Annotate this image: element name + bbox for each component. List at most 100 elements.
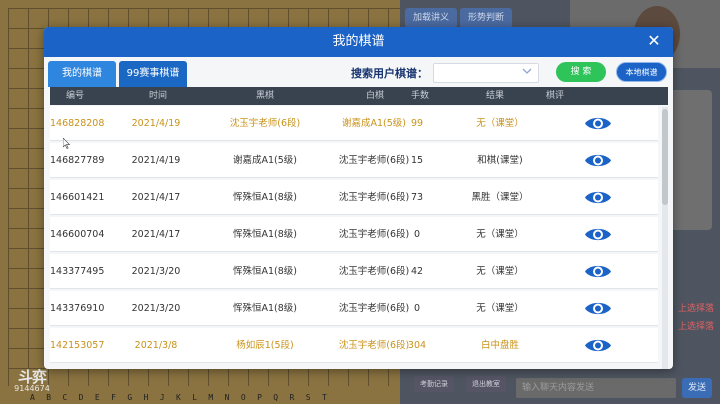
board-coord-label: H xyxy=(143,393,149,402)
board-coord-label: R xyxy=(289,393,295,402)
records-table: 146828208 2021/4/19 沈玉宇老师(6段) 谢嘉成A1(5级) 99 无（… xyxy=(50,106,662,369)
search-label: 搜索用户棋谱： xyxy=(351,67,428,80)
tab-my-records[interactable]: 我的棋谱 xyxy=(48,61,116,87)
chevron-down-icon xyxy=(522,66,532,79)
cell-id: 146601421 xyxy=(50,192,105,203)
board-coord-label: Q xyxy=(273,393,279,402)
eye-icon[interactable] xyxy=(584,115,612,132)
eye-icon[interactable] xyxy=(584,189,612,206)
col-id: 编号 xyxy=(65,91,84,101)
dialog-title: 我的棋谱 xyxy=(332,34,385,49)
cell-result: 和棋(课堂) xyxy=(477,155,523,166)
side-hints: 上选择落 上选择落 xyxy=(677,304,714,332)
cell-moves: 0 xyxy=(413,229,421,240)
cell-black: 恽殊恒A1(8级) xyxy=(233,229,297,240)
eye-icon[interactable] xyxy=(584,300,612,317)
cell-result: 白中盘胜 xyxy=(480,340,519,351)
table-row[interactable]: 143376910 2021/3/20 恽殊恒A1(8级) 沈玉宇老师(6段) 0 无（课… xyxy=(50,291,658,326)
cell-moves: 0 xyxy=(413,303,421,314)
cell-date: 2021/4/17 xyxy=(131,192,181,203)
mouse-cursor-icon xyxy=(63,138,71,149)
eye-icon[interactable] xyxy=(584,337,612,354)
tab-99-event-records[interactable]: 99赛事棋谱 xyxy=(119,61,187,87)
table-row[interactable]: 146600704 2021/4/17 恽殊恒A1(8级) 沈玉宇老师(6段) 0 无（课… xyxy=(50,217,658,252)
load-handout-button[interactable]: 加载讲义 xyxy=(405,8,458,28)
board-coord-label: K xyxy=(175,393,181,402)
cell-id: 146827789 xyxy=(50,155,105,166)
cell-moves: 99 xyxy=(410,118,424,129)
eye-icon[interactable] xyxy=(584,263,612,280)
table-row[interactable]: 146601421 2021/4/17 恽殊恒A1(8级) 沈玉宇老师(6段) 73 黑胜… xyxy=(50,180,658,215)
cell-black: 恽殊恒A1(8级) xyxy=(233,303,297,314)
cell-black: 杨如辰1(5段) xyxy=(236,340,294,351)
cell-id: 142153057 xyxy=(50,340,105,351)
cell-black: 谢嘉成A1(5级) xyxy=(233,155,297,166)
cell-result: 无（课堂） xyxy=(476,266,524,277)
board-coord-label: F xyxy=(111,393,116,402)
table-row[interactable]: 143377495 2021/3/20 恽殊恒A1(8级) 沈玉宇老师(6段) 42 无（… xyxy=(50,254,658,289)
dialog-toolbar: 我的棋谱 99赛事棋谱 搜索用户棋谱： 搜 索 本地棋谱 xyxy=(44,57,673,87)
cell-moves: 42 xyxy=(410,266,424,277)
col-moves: 手数 xyxy=(410,91,429,101)
board-coord-label: O xyxy=(240,393,246,402)
col-result: 结果 xyxy=(485,91,504,101)
col-review: 棋评 xyxy=(545,91,564,101)
cell-date: 2021/3/20 xyxy=(131,266,181,277)
close-icon[interactable]: ✕ xyxy=(645,32,663,50)
board-coord-label: C xyxy=(62,393,68,402)
cell-result: 黑胜（课堂） xyxy=(471,192,529,203)
col-black: 黑棋 xyxy=(255,91,274,101)
cell-date: 2021/4/17 xyxy=(131,229,181,240)
user-search-select[interactable] xyxy=(433,63,539,83)
board-coord-label: M xyxy=(208,393,214,402)
cell-moves: 15 xyxy=(410,155,424,166)
col-date: 时间 xyxy=(148,91,167,101)
cell-date: 2021/4/19 xyxy=(131,118,181,129)
eye-icon[interactable] xyxy=(584,226,612,243)
table-row[interactable]: 146827789 2021/4/19 谢嘉成A1(5级) 沈玉宇老师(6段) 15 和棋… xyxy=(50,143,658,178)
dialog-header: 我的棋谱 ✕ xyxy=(44,27,673,57)
table-row[interactable]: 146828208 2021/4/19 沈玉宇老师(6段) 谢嘉成A1(5级) 99 无（… xyxy=(50,106,658,141)
cell-black: 沈玉宇老师(6段) xyxy=(229,118,301,129)
board-coord-label: E xyxy=(94,393,100,402)
logo: 斗弈 9144674 xyxy=(14,368,50,394)
situation-judge-button[interactable]: 形势判断 xyxy=(460,8,513,28)
board-coord-label: G xyxy=(127,393,133,402)
board-coord-label: N xyxy=(224,393,230,402)
cell-black: 恽殊恒A1(8级) xyxy=(233,192,297,203)
table-row[interactable]: 142153057 2021/3/8 杨如辰1(5段) 沈玉宇老师(6段) 304 白中盘… xyxy=(50,328,658,363)
board-coord-label: B xyxy=(46,393,52,402)
cell-moves: 304 xyxy=(407,340,427,351)
cell-result: 无（课堂） xyxy=(476,229,524,240)
cell-result: 无（课堂） xyxy=(476,118,524,129)
eye-icon[interactable] xyxy=(584,152,612,169)
cell-id: 143376910 xyxy=(50,303,105,314)
attendance-button[interactable]: 考勤记录 xyxy=(414,376,454,392)
cell-date: 2021/3/20 xyxy=(131,303,181,314)
board-coord-label: S xyxy=(305,393,311,402)
board-coord-label: P xyxy=(257,393,262,402)
scrollbar[interactable] xyxy=(662,107,668,369)
chat-input[interactable]: 输入聊天内容发送 xyxy=(516,378,676,398)
cell-date: 2021/4/19 xyxy=(131,155,181,166)
cell-id: 146600704 xyxy=(50,229,105,240)
exit-classroom-button[interactable]: 退出教室 xyxy=(466,376,506,392)
table-header: 编号 时间 黑棋 白棋 手数 结果 棋评 xyxy=(50,87,668,105)
cell-id: 143377495 xyxy=(50,266,105,277)
cell-result: 无（课堂） xyxy=(476,303,524,314)
board-coord-label: A xyxy=(30,393,35,402)
cell-moves: 73 xyxy=(410,192,424,203)
cell-black: 恽殊恒A1(8级) xyxy=(233,266,297,277)
cell-id: 146828208 xyxy=(50,118,105,129)
send-button[interactable]: 发送 xyxy=(682,378,712,398)
board-coord-label: J xyxy=(159,393,165,402)
search-button[interactable]: 搜 索 xyxy=(556,62,606,82)
game-records-dialog: 我的棋谱 ✕ 我的棋谱 99赛事棋谱 搜索用户棋谱： 搜 索 本地棋谱 编号 时… xyxy=(44,27,673,369)
local-records-button[interactable]: 本地棋谱 xyxy=(616,62,667,82)
board-coordinates: ABCDEFGHJKLMNOPQRST xyxy=(30,393,410,402)
board-coord-label: L xyxy=(192,393,198,402)
cell-date: 2021/3/8 xyxy=(134,340,178,351)
scroll-thumb[interactable] xyxy=(662,109,668,205)
side-tools-panel xyxy=(670,90,712,230)
board-coord-label: T xyxy=(321,393,327,402)
